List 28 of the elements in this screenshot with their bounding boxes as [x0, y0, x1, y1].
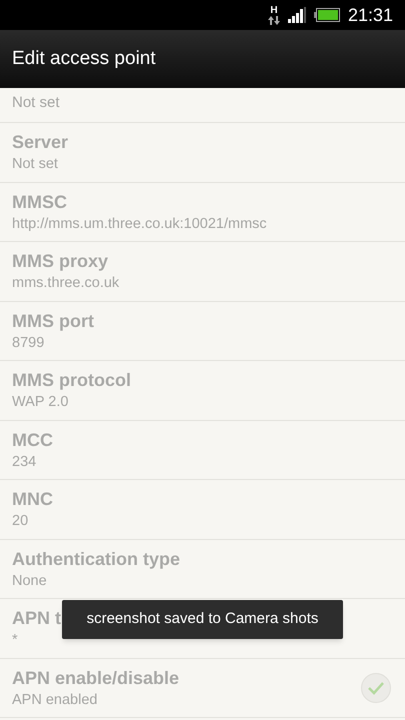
screen-title: Edit access point — [12, 46, 156, 71]
setting-value: http://mms.um.three.co.uk:10021/mmsc — [12, 214, 267, 234]
network-indicator: H — [268, 6, 280, 24]
check-icon — [368, 680, 384, 695]
setting-title: APN enable/disable — [12, 666, 180, 690]
setting-value: mms.three.co.uk — [12, 274, 120, 294]
clock: 21:31 — [348, 4, 393, 26]
setting-value: 20 — [12, 512, 28, 532]
toast: screenshot saved to Camera shots — [62, 600, 343, 639]
setting-value: APN enabled — [12, 690, 98, 710]
setting-value: Not set — [12, 155, 58, 174]
setting-value: WAP 2.0 — [12, 393, 68, 412]
setting-value: None — [12, 572, 47, 591]
setting-value: 8799 — [12, 334, 44, 353]
battery-icon — [314, 8, 340, 22]
setting-title: APN t — [12, 607, 61, 630]
setting-title: MMS port — [12, 310, 94, 333]
signal-icon — [288, 7, 306, 23]
setting-title: MCC — [12, 428, 53, 452]
setting-value: 234 — [12, 452, 36, 472]
setting-title: MNC — [12, 488, 53, 512]
setting-title: MMSC — [12, 190, 67, 214]
setting-title: Authentication type — [12, 548, 180, 571]
setting-value: * — [12, 631, 18, 650]
setting-title: MMS proxy — [12, 250, 108, 274]
setting-title: MMS protocol — [12, 369, 131, 392]
setting-title: Server — [12, 131, 68, 154]
setting-value: Not set — [12, 93, 60, 113]
